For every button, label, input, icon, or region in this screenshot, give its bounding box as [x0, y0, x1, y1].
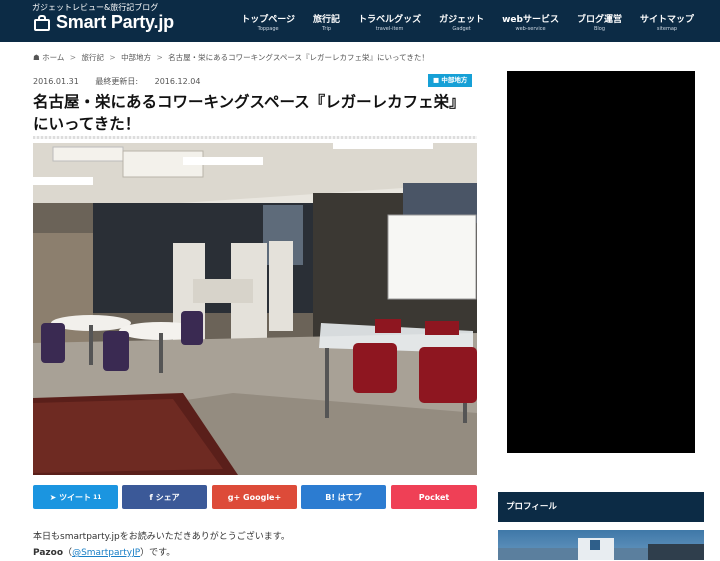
bird-icon: ➤: [49, 492, 57, 502]
updated-label: 最終更新日:: [95, 77, 139, 86]
chevron-right-icon: >: [109, 53, 116, 62]
chevron-right-icon: >: [69, 53, 77, 62]
home-icon: ☗: [33, 53, 40, 62]
profile-heading: プロフィール: [498, 492, 704, 522]
article-title: 名古屋・栄にあるコワーキングスペース『レガーレカフェ栄』にいってきた！: [33, 93, 465, 133]
main-nav: トップページ Toppage 旅行記 Trip トラベルグッズ travel-item…: [223, 12, 694, 32]
hatebu-icon: B!: [325, 492, 335, 502]
nav-item-web-service[interactable]: webサービス web-service: [502, 12, 559, 32]
updated-date: 2016.12.04: [154, 77, 201, 86]
facebook-share-button[interactable]: f シェア: [122, 485, 207, 509]
profile-image: [498, 530, 704, 560]
breadcrumb-item-chubu[interactable]: 中部地方: [121, 53, 151, 62]
article-meta: 2016.01.31 最終更新日: 2016.12.04: [33, 76, 214, 87]
sidebar-ad[interactable]: [507, 71, 695, 453]
chevron-right-icon: >: [156, 53, 163, 62]
breadcrumb-item-current: 名古屋・栄にあるコワーキングスペース『レガーレカフェ栄』にいってきた！: [168, 53, 429, 62]
title-divider: [33, 136, 477, 139]
article-photo: [33, 143, 477, 475]
article-intro: 本日もsmartparty.jpをお読みいただきありがとうございます。 Pazo…: [33, 529, 290, 561]
pocket-button[interactable]: Pocket: [391, 485, 477, 509]
breadcrumb-item-trip[interactable]: 旅行記: [81, 53, 104, 62]
folder-icon: ■: [433, 76, 440, 84]
site-name: Smart Party.jp: [56, 12, 174, 32]
google-plus-icon: g+: [227, 492, 241, 502]
author-twitter-link[interactable]: @SmartpartyJP: [72, 548, 140, 558]
category-badge[interactable]: ■ 中部地方: [428, 74, 473, 87]
facebook-icon: f: [149, 492, 153, 502]
tweet-button[interactable]: ➤ ツイート 11: [33, 485, 118, 509]
nav-item-travel-goods[interactable]: トラベルグッズ travel-item: [358, 12, 421, 32]
nav-item-blog[interactable]: ブログ運営 Blog: [577, 12, 622, 32]
intro-line-1: 本日もsmartparty.jpをお読みいただきありがとうございます。: [33, 532, 290, 542]
bag-icon: [32, 14, 52, 32]
published-date: 2016.01.31: [33, 77, 79, 86]
nav-item-sitemap[interactable]: サイトマップ sitemap: [640, 12, 694, 32]
intro-line-2: Pazoo（@SmartpartyJP）です。: [33, 548, 176, 558]
nav-item-gadget[interactable]: ガジェット Gadget: [439, 12, 484, 32]
hatebu-button[interactable]: B! はてブ: [301, 485, 386, 509]
author-name: Pazoo: [33, 548, 64, 558]
breadcrumb-home[interactable]: ホーム: [42, 53, 64, 62]
google-plus-button[interactable]: g+ Google+: [212, 485, 297, 509]
site-logo[interactable]: Smart Party.jp: [32, 12, 174, 33]
site-header: ガジェットレビュー&旅行記ブログ Smart Party.jp トップページ To…: [0, 0, 720, 42]
nav-item-trip[interactable]: 旅行記 Trip: [313, 12, 340, 32]
breadcrumb: ☗ ホーム > 旅行記 > 中部地方 > 名古屋・栄にあるコワーキングスペース『…: [33, 52, 429, 63]
nav-item-top[interactable]: トップページ Toppage: [241, 12, 295, 32]
